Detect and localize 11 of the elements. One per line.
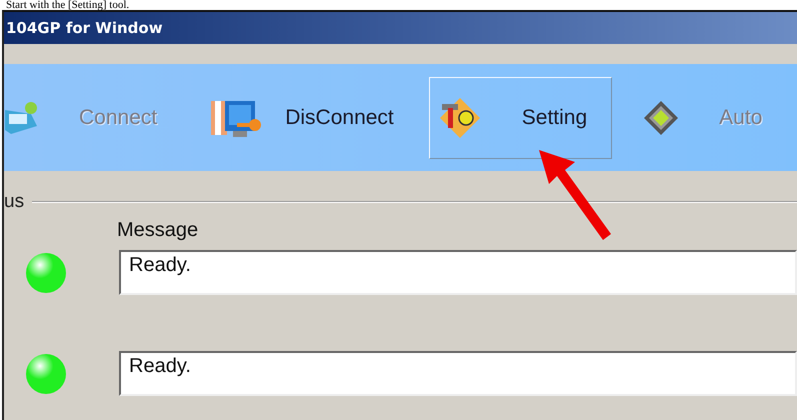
caption: Start with the [Setting] tool. [5,0,130,10]
toolbar-button[interactable]: DisConnect [202,76,419,158]
toolbar-button[interactable]: Setting [428,76,612,158]
message-field[interactable]: Ready. [119,250,797,295]
message-field[interactable]: Ready. [119,351,797,396]
message-label: Message [117,219,200,242]
group-label: us [4,191,24,213]
tools-icon [438,96,482,140]
window-title: 104GP for Window [4,12,797,44]
device-icon [5,100,39,136]
chip-icon [643,100,680,136]
